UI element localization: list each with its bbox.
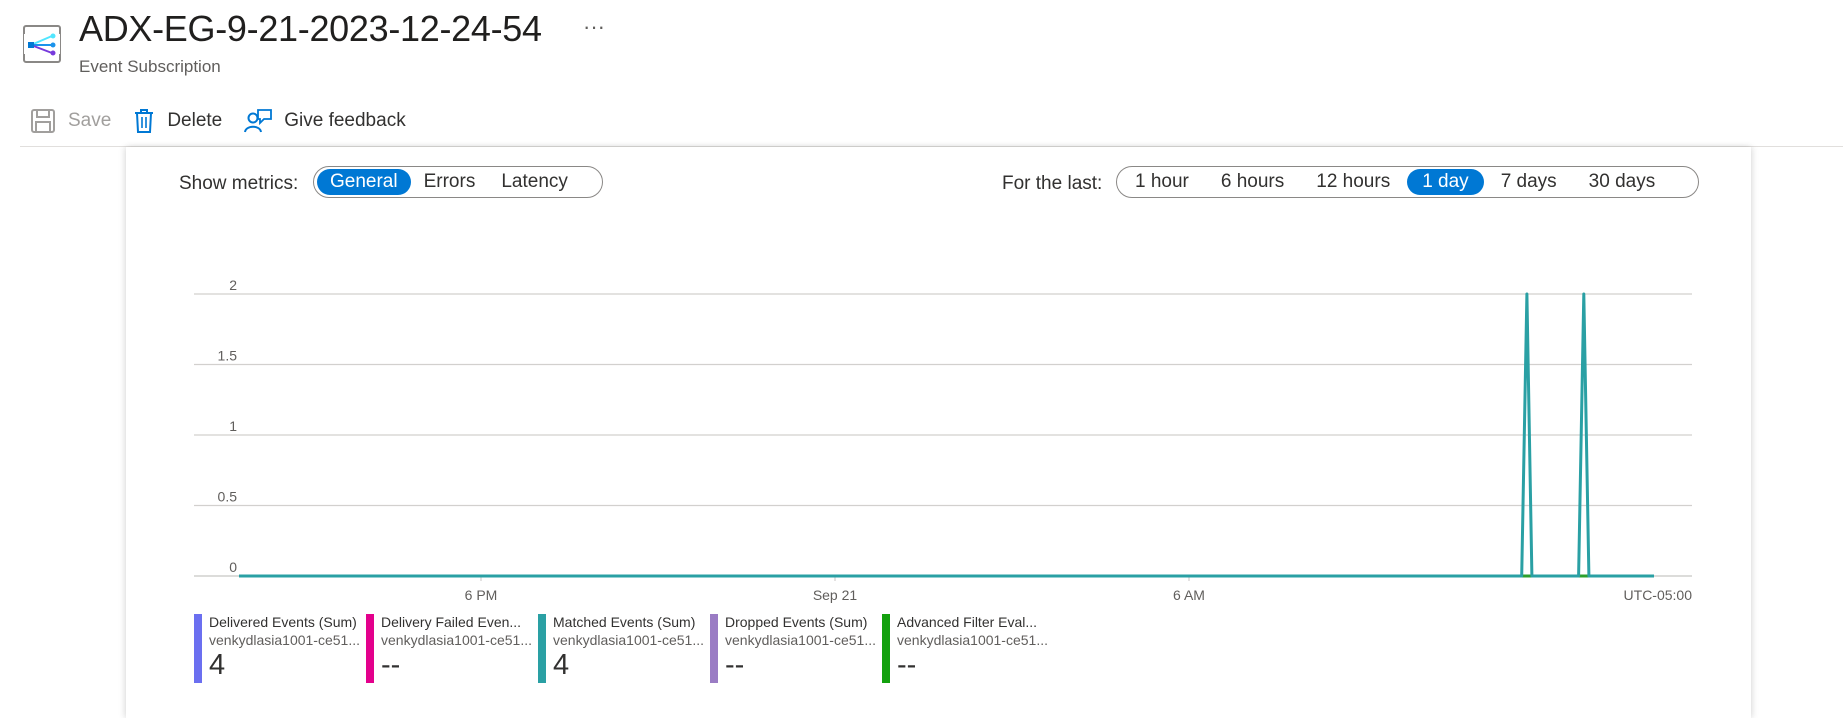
y-tick-label: 0 — [229, 559, 237, 575]
legend-metric-name: Dropped Events (Sum) — [725, 614, 868, 630]
legend-color-bar — [538, 614, 546, 683]
legend-item-advanced-filter-eval[interactable]: Advanced Filter Eval... venkydlasia1001-… — [882, 614, 1054, 684]
save-button[interactable]: Save — [30, 108, 111, 134]
legend-resource-name: venkydlasia1001-ce51... — [553, 632, 703, 648]
legend-color-bar — [366, 614, 374, 683]
legend-resource-name: venkydlasia1001-ce51... — [381, 632, 531, 648]
legend-item-matched-events[interactable]: Matched Events (Sum) venkydlasia1001-ce5… — [538, 614, 710, 684]
legend-value: -- — [381, 649, 401, 681]
y-tick-label: 1.5 — [218, 348, 238, 364]
legend-value: 4 — [209, 649, 226, 681]
legend-metric-name: Delivery Failed Even... — [381, 614, 522, 630]
metrics-panel: Show metrics: General Errors Latency For… — [126, 147, 1751, 718]
page-subtitle: Event Subscription — [79, 57, 221, 76]
legend-metric-name: Delivered Events (Sum) — [209, 614, 357, 630]
legend-metric-name: Matched Events (Sum) — [553, 614, 696, 630]
delete-label: Delete — [167, 110, 223, 131]
metrics-chart: 2 1.5 1 0.5 0 6 PM Sep 21 6 AM UTC-05:00 — [194, 277, 1693, 603]
event-subscription-icon — [23, 25, 61, 63]
legend-value: -- — [725, 649, 745, 681]
command-bar: Save Delete Give feedback — [30, 104, 428, 138]
x-tick-label: 6 AM — [1173, 587, 1205, 603]
timezone-label: UTC-05:00 — [1624, 587, 1693, 603]
feedback-icon — [244, 109, 273, 133]
legend-resource-name: venkydlasia1001-ce51... — [897, 632, 1047, 648]
more-options-button[interactable]: ··· — [583, 14, 605, 40]
legend-resource-name: venkydlasia1001-ce51... — [209, 632, 359, 648]
legend-color-bar — [882, 614, 890, 683]
y-tick-label: 0.5 — [218, 489, 238, 505]
legend-color-bar — [194, 614, 202, 683]
delete-button[interactable]: Delete — [133, 108, 222, 134]
legend-item-dropped-events[interactable]: Dropped Events (Sum) venkydlasia1001-ce5… — [710, 614, 882, 684]
x-tick-label: Sep 21 — [813, 587, 858, 603]
legend-resource-name: venkydlasia1001-ce51... — [725, 632, 875, 648]
y-tick-label: 1 — [229, 418, 237, 434]
legend-value: 4 — [553, 649, 570, 681]
page-title: ADX-EG-9-21-2023-12-24-54 — [79, 8, 542, 49]
legend-item-delivery-failed-events[interactable]: Delivery Failed Even... venkydlasia1001-… — [366, 614, 538, 684]
legend-value: -- — [897, 649, 917, 681]
x-tick-label: 6 PM — [465, 587, 498, 603]
chart-legend: Delivered Events (Sum) venkydlasia1001-c… — [194, 614, 1054, 684]
save-label: Save — [68, 110, 112, 131]
give-feedback-button[interactable]: Give feedback — [244, 108, 406, 134]
legend-color-bar — [710, 614, 718, 683]
legend-item-delivered-events[interactable]: Delivered Events (Sum) venkydlasia1001-c… — [194, 614, 366, 684]
save-icon — [31, 109, 55, 133]
give-feedback-label: Give feedback — [284, 110, 406, 131]
delete-icon — [135, 109, 154, 133]
legend-metric-name: Advanced Filter Eval... — [897, 614, 1038, 630]
y-tick-label: 2 — [229, 277, 237, 293]
